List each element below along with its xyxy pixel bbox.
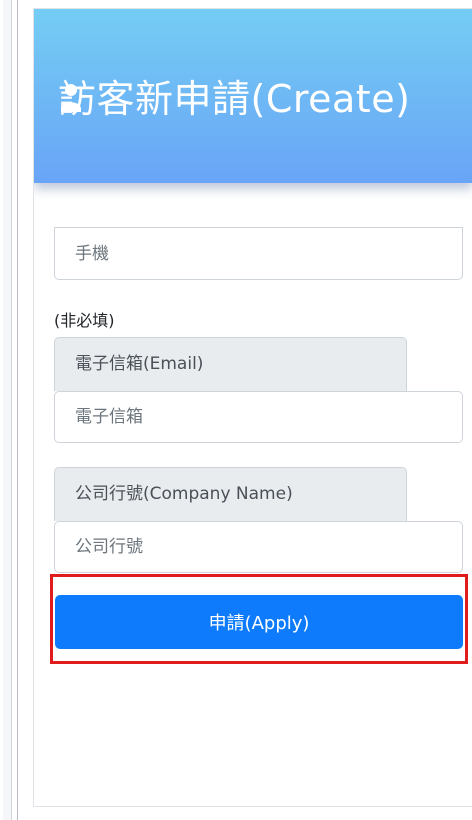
optional-note: (非必填) bbox=[54, 311, 115, 330]
visitor-application-card: 訪客新申請(Create) (非必填) 電子信箱(Email) 公司行號(Com… bbox=[33, 8, 472, 807]
page: 訪客新申請(Create) (非必填) 電子信箱(Email) 公司行號(Com… bbox=[0, 0, 472, 820]
divider bbox=[17, 0, 18, 820]
card-header: 訪客新申請(Create) bbox=[34, 9, 472, 183]
apply-button[interactable]: 申請(Apply) bbox=[55, 595, 463, 649]
company-name-label: 公司行號(Company Name) bbox=[54, 467, 407, 521]
page-title: 訪客新申請(Create) bbox=[58, 77, 411, 121]
adjacent-window-edge bbox=[0, 0, 18, 820]
email-input[interactable] bbox=[54, 391, 463, 443]
email-label: 電子信箱(Email) bbox=[54, 337, 407, 391]
window-border bbox=[3, 0, 12, 820]
phone-input[interactable] bbox=[54, 227, 463, 280]
company-name-input[interactable] bbox=[54, 521, 463, 573]
